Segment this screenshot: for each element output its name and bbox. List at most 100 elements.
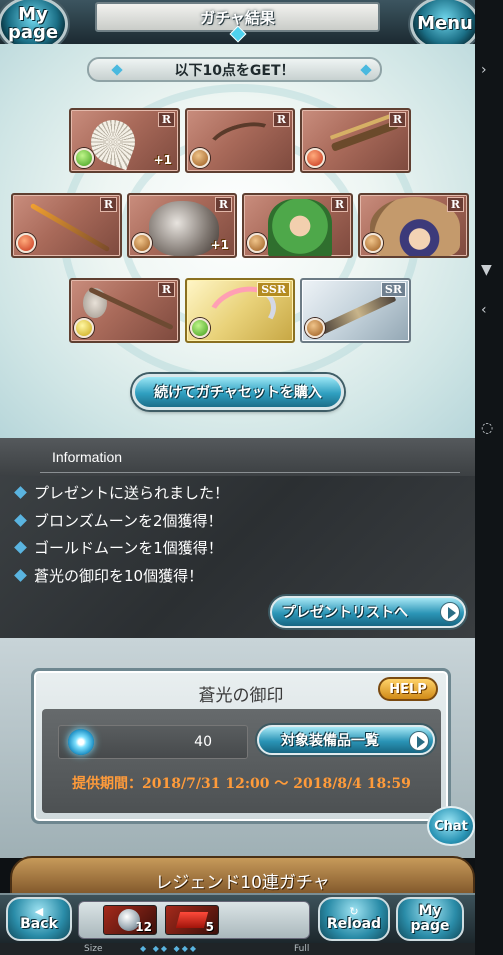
fire-element-icon bbox=[16, 233, 36, 253]
earth-element-icon bbox=[132, 233, 152, 253]
plus-badge: +1 bbox=[153, 153, 172, 167]
result-card[interactable]: R bbox=[11, 193, 122, 258]
tray-item-count: 12 bbox=[135, 920, 152, 934]
result-card[interactable]: R bbox=[358, 193, 469, 258]
rarity-badge: R bbox=[388, 112, 406, 127]
present-list-button[interactable]: プレゼントリストへ bbox=[270, 596, 466, 628]
earth-element-icon bbox=[190, 148, 210, 168]
size-dots-icon: ◆ ◆◆ ◆◆◆ bbox=[140, 944, 198, 953]
rarity-badge: SR bbox=[380, 282, 406, 297]
info-text: プレゼントに送られました！ bbox=[34, 483, 230, 502]
result-card[interactable]: R bbox=[185, 108, 295, 173]
seal-inner-box: 40 対象装備品一覧 提供期間：2018/7/31 12:00 〜 2018/8… bbox=[42, 709, 441, 813]
seal-crystal-icon bbox=[68, 729, 94, 755]
rarity-badge: R bbox=[99, 197, 117, 212]
back-button-label: Back bbox=[20, 916, 58, 932]
info-text: ブロンズムーンを2個獲得！ bbox=[34, 511, 223, 530]
light-element-icon bbox=[74, 318, 94, 338]
side-circle-icon: ◌ bbox=[481, 420, 494, 436]
staff-weapon-icon bbox=[29, 202, 111, 253]
gacha-result-area: 以下10点をGET！ R +1 R R R R +1 R R R SSR SR … bbox=[0, 44, 475, 438]
red-ticket-icon bbox=[175, 912, 209, 928]
reload-button-label: Reload bbox=[326, 916, 382, 932]
result-card[interactable]: R +1 bbox=[69, 108, 180, 173]
menu-button-label: Menu bbox=[417, 13, 473, 34]
seal-panel: 蒼光の御印 HELP 40 対象装備品一覧 提供期間：2018/7/31 12:… bbox=[31, 668, 451, 824]
get-banner-text: 以下10点をGET！ bbox=[174, 62, 295, 79]
plus-badge: +1 bbox=[210, 238, 229, 252]
seal-area: 蒼光の御印 HELP 40 対象装備品一覧 提供期間：2018/7/31 12:… bbox=[0, 638, 475, 858]
arrow-right-icon bbox=[440, 602, 460, 622]
tray-item[interactable]: 12 bbox=[103, 905, 157, 935]
bottom-nav-bar: ◀ Back 12 5 ↻ Reload My page bbox=[0, 893, 475, 943]
target-equipment-list-button[interactable]: 対象装備品一覧 bbox=[257, 725, 435, 755]
legend-gacha-banner-text: レジェンド10連ガチャ bbox=[155, 873, 330, 893]
bullet-diamond-icon bbox=[14, 540, 27, 554]
seal-count: 40 bbox=[194, 734, 212, 750]
browser-side-strip: › ▼ ‹ ◌ bbox=[475, 0, 503, 955]
offer-period: 提供期間：2018/7/31 12:00 〜 2018/8/4 18:59 bbox=[72, 776, 411, 792]
information-panel: Information プレゼントに送られました！ ブロンズムーンを2個獲得！ … bbox=[0, 438, 475, 638]
tray-item-count: 5 bbox=[205, 920, 214, 934]
bullet-diamond-icon bbox=[14, 485, 27, 499]
rarity-badge: R bbox=[330, 197, 348, 212]
beast-summon-icon bbox=[149, 201, 219, 256]
rarity-badge: R bbox=[157, 112, 175, 127]
rarity-badge: R bbox=[446, 197, 464, 212]
bow-weapon-icon bbox=[203, 115, 281, 169]
info-text: ゴールドムーンを1個獲得！ bbox=[34, 538, 223, 557]
bullet-diamond-icon bbox=[14, 513, 27, 527]
reload-button[interactable]: ↻ Reload bbox=[318, 897, 390, 941]
earth-element-icon bbox=[363, 233, 383, 253]
help-button[interactable]: HELP bbox=[378, 677, 438, 701]
get-banner: 以下10点をGET！ bbox=[87, 57, 382, 82]
bullet-diamond-icon bbox=[14, 568, 27, 582]
info-list-item: プレゼントに送られました！ bbox=[14, 481, 230, 503]
rarity-badge: SSR bbox=[257, 282, 290, 297]
result-card[interactable]: R +1 bbox=[127, 193, 237, 258]
buy-gacha-set-label: 続けてガチャセットを購入 bbox=[154, 385, 322, 401]
seal-count-box: 40 bbox=[58, 725, 248, 759]
result-card[interactable]: R bbox=[242, 193, 353, 258]
help-button-label: HELP bbox=[389, 681, 427, 697]
header-bar: ガチャ結果 bbox=[0, 0, 475, 44]
information-title: Information bbox=[52, 449, 123, 465]
information-header: Information bbox=[0, 438, 475, 476]
mypage-button-bottom[interactable]: My page bbox=[396, 897, 464, 941]
size-label: Size bbox=[84, 944, 103, 954]
buy-gacha-set-button[interactable]: 続けてガチャセットを購入 bbox=[132, 374, 344, 410]
mypage-button-top-label: My page bbox=[7, 4, 59, 43]
side-arrow-icon: › bbox=[481, 62, 487, 78]
fire-element-icon bbox=[305, 148, 325, 168]
result-card-ssr[interactable]: SSR bbox=[185, 278, 295, 343]
rarity-badge: R bbox=[214, 197, 232, 212]
wind-element-icon bbox=[74, 148, 94, 168]
size-bar[interactable]: Size ◆ ◆◆ ◆◆◆ Full bbox=[0, 943, 475, 955]
chat-button[interactable]: Chat bbox=[427, 806, 475, 846]
back-button[interactable]: ◀ Back bbox=[6, 897, 72, 941]
item-tray[interactable]: 12 5 bbox=[78, 901, 310, 939]
earth-element-icon bbox=[305, 318, 325, 338]
information-divider bbox=[40, 472, 460, 473]
target-equipment-list-label: 対象装備品一覧 bbox=[281, 733, 379, 749]
rarity-badge: R bbox=[272, 112, 290, 127]
present-list-label: プレゼントリストへ bbox=[282, 605, 408, 621]
info-list-item: ブロンズムーンを2個獲得！ bbox=[14, 509, 223, 531]
earth-element-icon bbox=[247, 233, 267, 253]
info-list-item: ゴールドムーンを1個獲得！ bbox=[14, 536, 223, 558]
mypage-button-bottom-label: My page bbox=[410, 903, 450, 934]
full-label: Full bbox=[294, 944, 310, 954]
info-list-item: 蒼光の御印を10個獲得！ bbox=[14, 564, 204, 586]
sr-gun-weapon-icon bbox=[319, 291, 397, 335]
side-chevron-icon: ‹ bbox=[481, 302, 487, 318]
side-triangle-icon: ▼ bbox=[481, 262, 492, 278]
game-window: ガチャ結果 My page Menu 以下10点をGET！ R +1 R R R… bbox=[0, 0, 475, 955]
rarity-badge: R bbox=[157, 282, 175, 297]
info-text: 蒼光の御印を10個獲得！ bbox=[34, 566, 204, 585]
tray-item[interactable]: 5 bbox=[165, 905, 219, 935]
result-card[interactable]: R bbox=[69, 278, 180, 343]
result-card[interactable]: R bbox=[300, 108, 411, 173]
result-card-sr[interactable]: SR bbox=[300, 278, 411, 343]
arrow-right-icon bbox=[409, 731, 429, 751]
wind-element-icon bbox=[190, 318, 210, 338]
